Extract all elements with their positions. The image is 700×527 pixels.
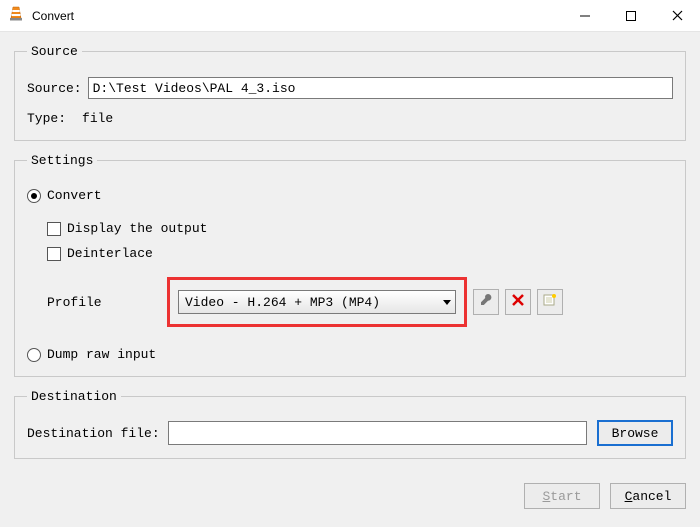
browse-label: Browse xyxy=(612,426,659,441)
checkbox-icon xyxy=(47,222,61,236)
window-title: Convert xyxy=(32,9,74,23)
dump-raw-radio[interactable]: Dump raw input xyxy=(27,347,673,362)
radio-icon xyxy=(27,189,41,203)
chevron-down-icon xyxy=(443,300,451,305)
display-output-checkbox[interactable]: Display the output xyxy=(47,221,673,236)
dump-raw-label: Dump raw input xyxy=(47,347,156,362)
type-label: Type: xyxy=(27,111,66,126)
delete-profile-button[interactable] xyxy=(505,289,531,315)
cancel-button[interactable]: Cancel xyxy=(610,483,686,509)
settings-group: Settings Convert Display the output Dein… xyxy=(14,153,686,377)
start-button[interactable]: Start xyxy=(524,483,600,509)
profile-dropdown[interactable]: Video - H.264 + MP3 (MP4) xyxy=(178,290,456,314)
minimize-button[interactable] xyxy=(562,0,608,31)
profile-highlight: Video - H.264 + MP3 (MP4) xyxy=(167,277,467,327)
delete-icon xyxy=(512,294,524,310)
wrench-icon xyxy=(479,293,493,311)
browse-button[interactable]: Browse xyxy=(597,420,673,446)
deinterlace-checkbox[interactable]: Deinterlace xyxy=(47,246,673,261)
source-group: Source Source: Type: file xyxy=(14,44,686,141)
start-label: Start xyxy=(542,489,581,504)
edit-profile-button[interactable] xyxy=(473,289,499,315)
convert-radio[interactable]: Convert xyxy=(27,188,673,203)
radio-icon xyxy=(27,348,41,362)
destination-group: Destination Destination file: Browse xyxy=(14,389,686,459)
profile-value: Video - H.264 + MP3 (MP4) xyxy=(185,295,380,310)
new-profile-button[interactable] xyxy=(537,289,563,315)
destination-file-input[interactable] xyxy=(168,421,587,445)
new-profile-icon xyxy=(543,293,557,311)
type-value: file xyxy=(82,111,113,126)
source-label: Source: xyxy=(27,81,82,96)
maximize-button[interactable] xyxy=(608,0,654,31)
vlc-icon xyxy=(8,6,24,26)
settings-legend: Settings xyxy=(27,153,97,168)
destination-file-label: Destination file: xyxy=(27,426,160,441)
action-bar: Start Cancel xyxy=(0,479,700,509)
close-button[interactable] xyxy=(654,0,700,31)
display-output-label: Display the output xyxy=(67,221,207,236)
destination-legend: Destination xyxy=(27,389,121,404)
source-legend: Source xyxy=(27,44,82,59)
profile-label: Profile xyxy=(47,295,167,310)
cancel-label: Cancel xyxy=(625,489,672,504)
window-controls xyxy=(562,0,700,31)
checkbox-icon xyxy=(47,247,61,261)
source-input[interactable] xyxy=(88,77,673,99)
convert-radio-label: Convert xyxy=(47,188,102,203)
titlebar: Convert xyxy=(0,0,700,32)
deinterlace-label: Deinterlace xyxy=(67,246,153,261)
